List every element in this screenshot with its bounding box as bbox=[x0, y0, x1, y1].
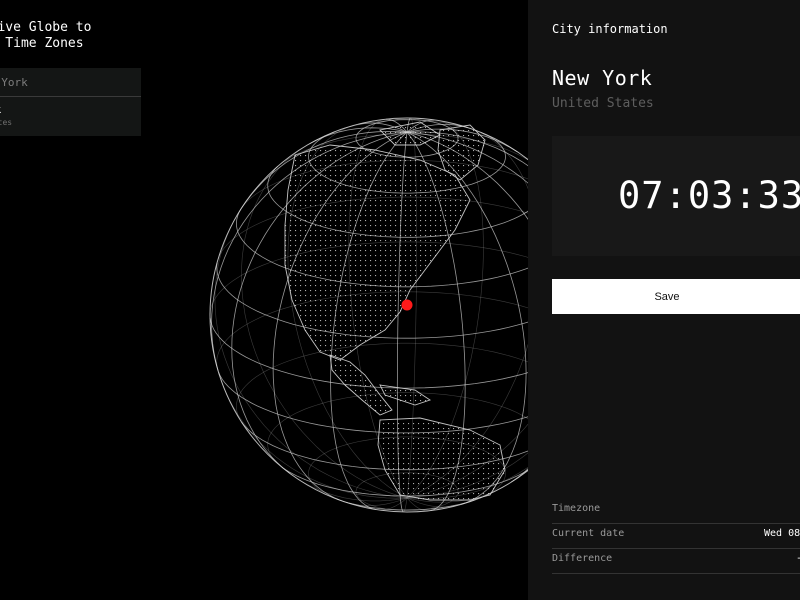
current-date-value: Wed 08 bbox=[764, 528, 800, 539]
search-result-item[interactable]: rk tates bbox=[0, 98, 141, 136]
city-marker[interactable] bbox=[401, 299, 413, 311]
search-panel: rk tates bbox=[0, 68, 141, 136]
result-city-name: rk bbox=[0, 103, 133, 117]
country-name: United States bbox=[552, 96, 654, 111]
panel-heading: City information bbox=[552, 22, 668, 36]
local-time: 07:03:33 bbox=[618, 174, 800, 217]
save-button[interactable]: Save bbox=[552, 279, 800, 314]
clock-card: 07:03:33 bbox=[552, 136, 800, 256]
difference-value: - bbox=[796, 553, 800, 564]
detail-row-difference: Difference - bbox=[552, 549, 800, 574]
search-input[interactable] bbox=[0, 68, 141, 97]
detail-row-current-date: Current date Wed 08 bbox=[552, 524, 800, 549]
city-info-panel: City information New York United States … bbox=[528, 0, 800, 600]
detail-row-timezone: Timezone bbox=[552, 499, 800, 524]
app-stage: active Globe to the Time Zones rk tates … bbox=[0, 0, 800, 600]
city-name: New York bbox=[552, 66, 653, 90]
difference-label: Difference bbox=[552, 553, 613, 564]
timezone-label: Timezone bbox=[552, 503, 601, 514]
current-date-label: Current date bbox=[552, 528, 625, 539]
app-title: active Globe to the Time Zones bbox=[0, 20, 92, 51]
globe-landmass bbox=[284, 121, 506, 501]
result-country-name: tates bbox=[0, 118, 13, 127]
